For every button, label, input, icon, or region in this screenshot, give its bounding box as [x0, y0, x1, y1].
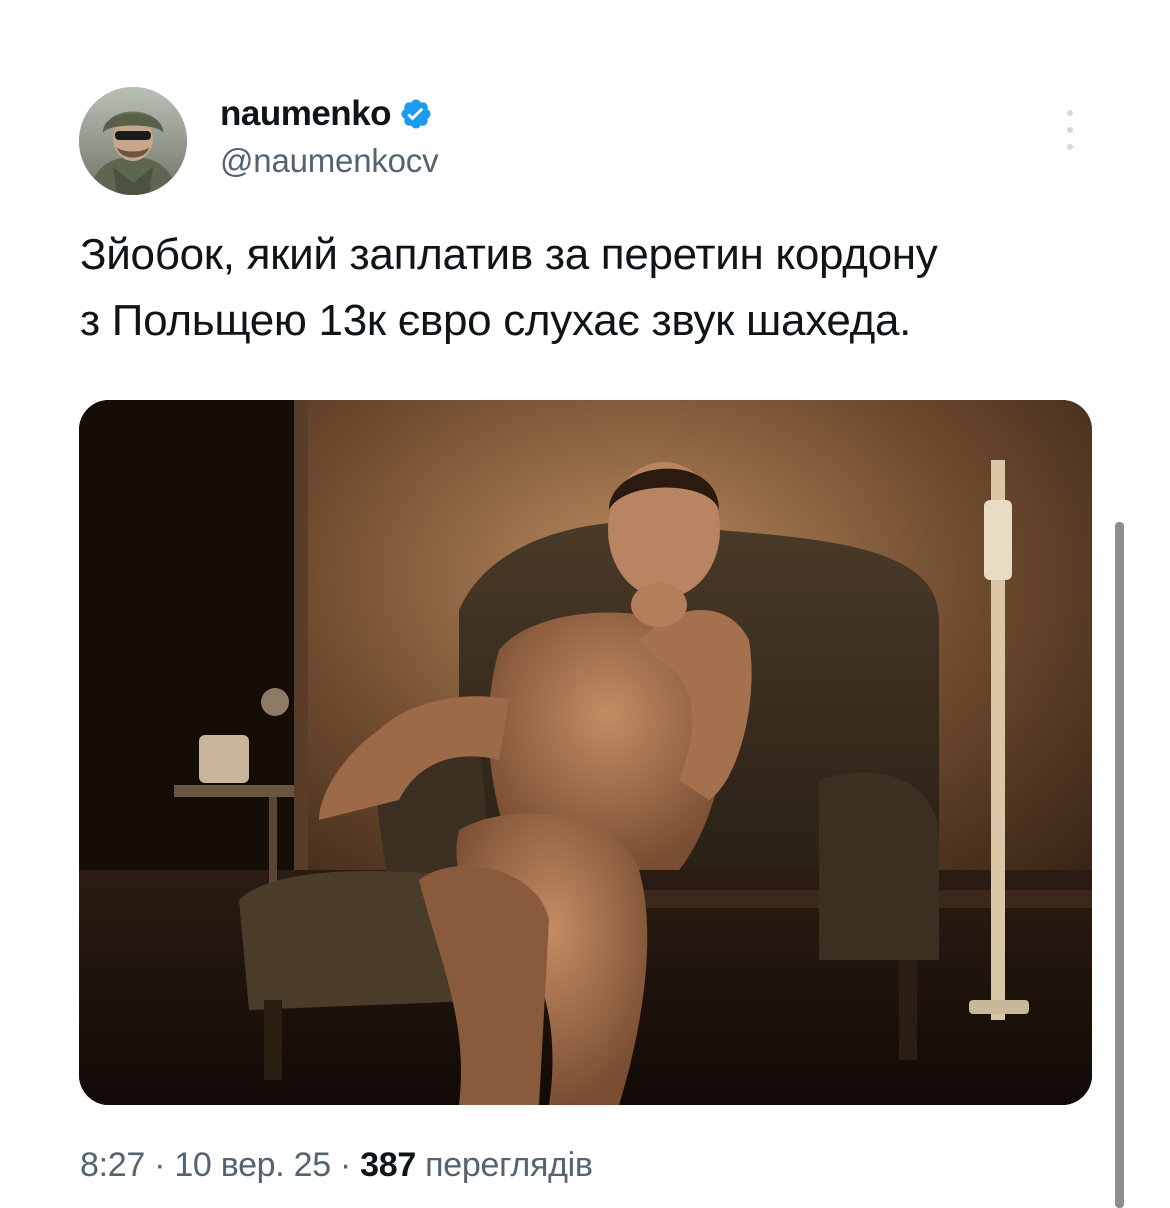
views-label: переглядів: [425, 1146, 593, 1184]
author-info: naumenko @naumenkocv: [220, 92, 439, 180]
tweet-text-line: Зйобок, який заплатив за перетин кордону: [80, 230, 938, 279]
media-photo: [79, 400, 1092, 1105]
tweet-meta: 8:27 · 10 вер. 25 · 387 переглядів: [80, 1146, 593, 1185]
author-avatar[interactable]: [79, 87, 187, 195]
tweet-date[interactable]: 10 вер. 25: [174, 1146, 331, 1184]
tweet-time[interactable]: 8:27: [80, 1146, 145, 1184]
avatar-image: [79, 87, 187, 195]
more-options-icon[interactable]: [1060, 110, 1080, 150]
author-handle[interactable]: @naumenkocv: [220, 142, 439, 180]
meta-separator: ·: [154, 1146, 166, 1184]
tweet-media[interactable]: [79, 400, 1092, 1105]
verified-badge-icon: [399, 97, 433, 131]
more-dot: [1067, 127, 1073, 133]
more-dot: [1067, 110, 1073, 116]
author-display-name[interactable]: naumenko: [220, 94, 392, 134]
author-name-row: naumenko: [220, 92, 438, 136]
views-count[interactable]: 387: [360, 1146, 416, 1184]
tweet-text: Зйобок, який заплатив за перетин кордону…: [80, 222, 1120, 354]
scrollbar[interactable]: [1115, 522, 1124, 1208]
tweet-card[interactable]: naumenko @naumenkocv Зйобок, який заплат…: [0, 0, 1170, 1208]
tweet-text-line: з Польщею 13к євро слухає звук шахеда.: [80, 296, 912, 345]
meta-separator: ·: [339, 1146, 351, 1184]
more-dot: [1067, 144, 1073, 150]
